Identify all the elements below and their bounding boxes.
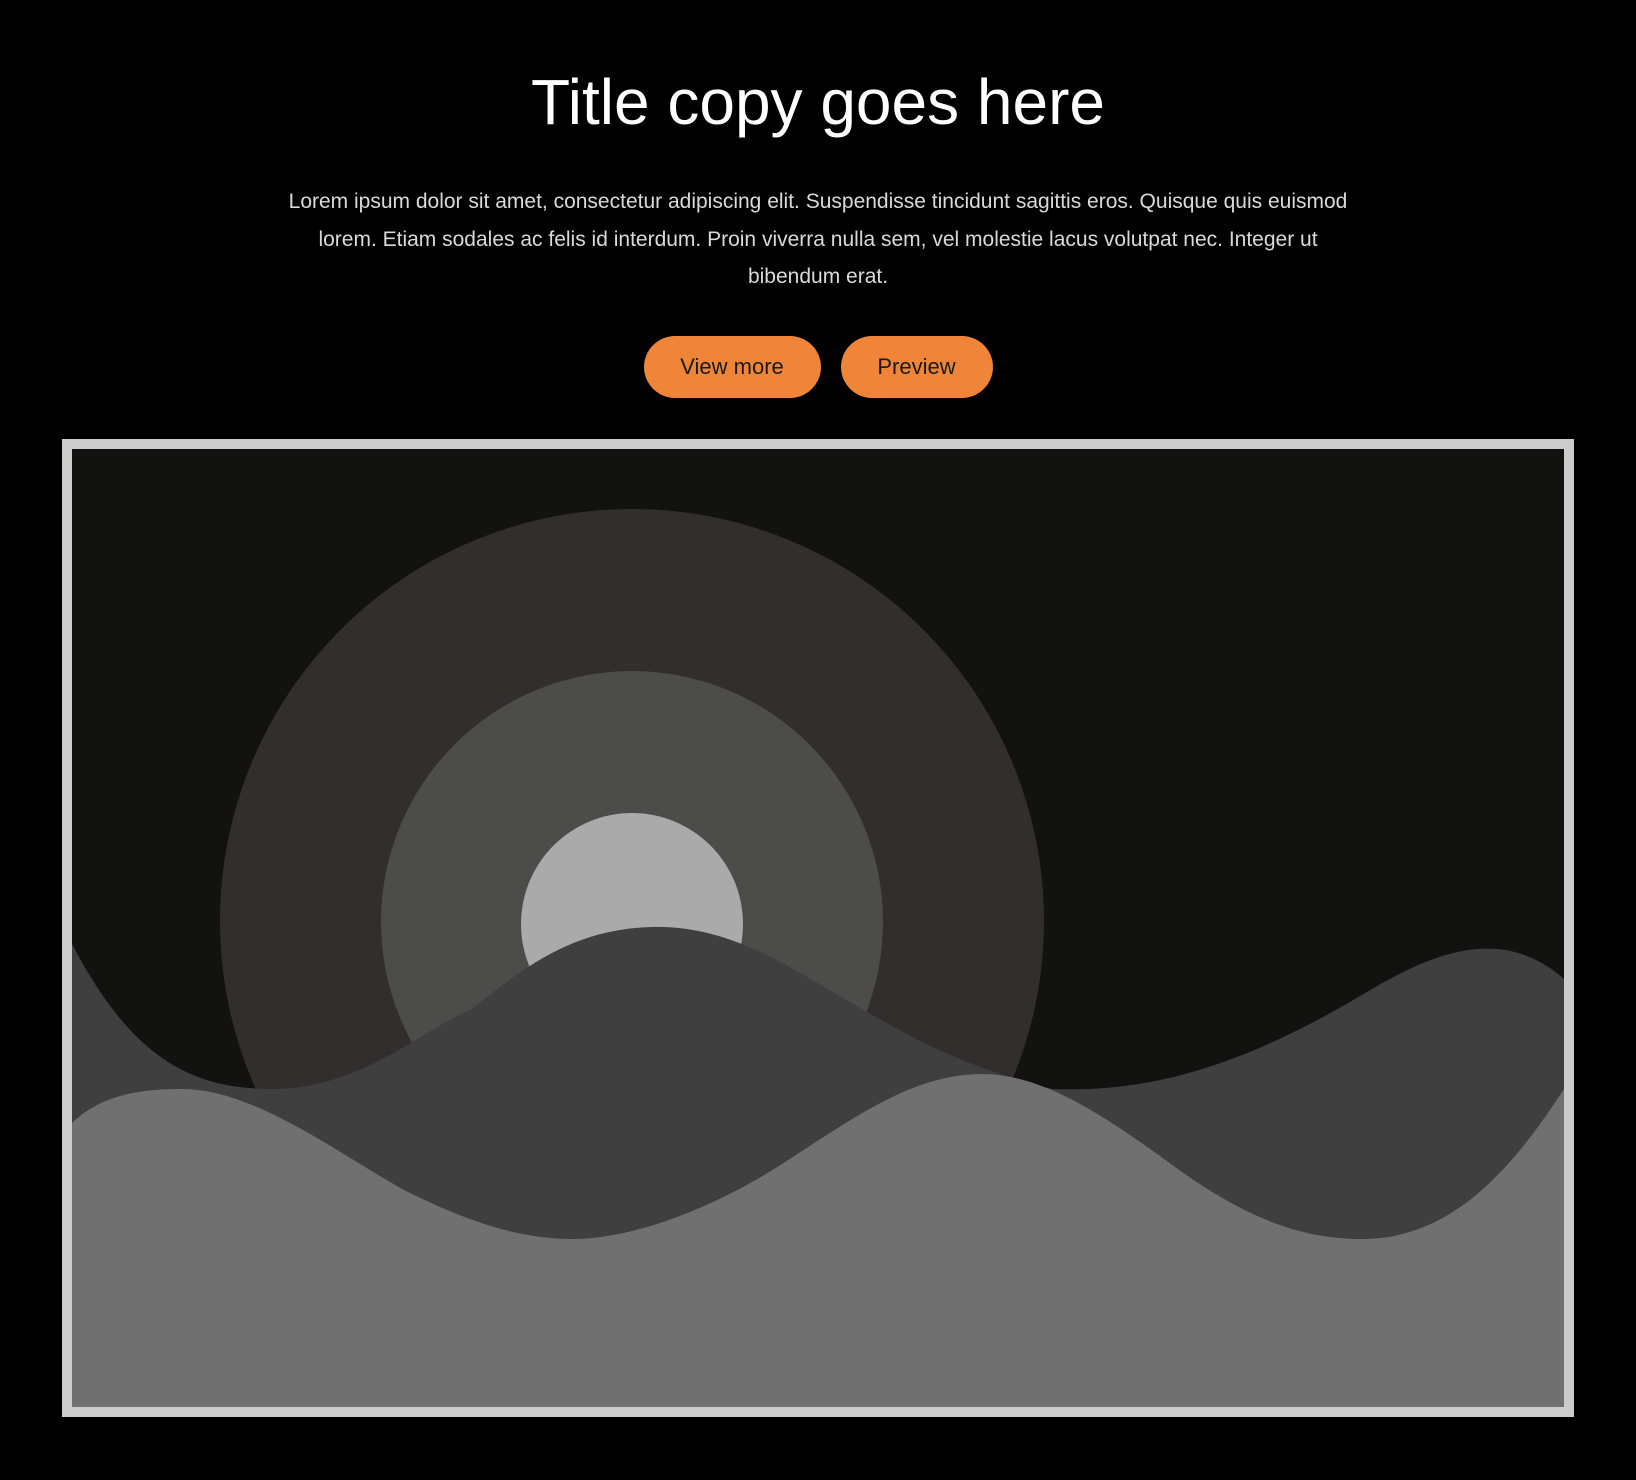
page-title: Title copy goes here xyxy=(531,66,1105,138)
hero-description: Lorem ipsum dolor sit amet, consectetur … xyxy=(288,190,1348,288)
image-placeholder-frame xyxy=(62,439,1574,1417)
preview-button[interactable]: Preview xyxy=(840,336,993,398)
landscape-image-icon xyxy=(72,449,1564,1407)
view-more-button[interactable]: View more xyxy=(643,336,821,398)
button-group: View more Preview xyxy=(0,336,1636,398)
hero-section: Title copy goes here Lorem ipsum dolor s… xyxy=(0,0,1636,1480)
